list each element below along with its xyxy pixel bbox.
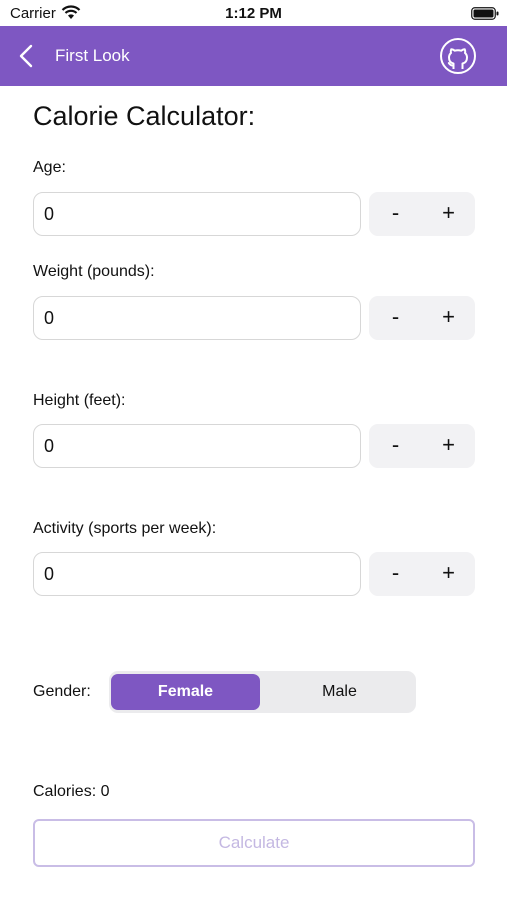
weight-label: Weight (pounds): xyxy=(33,263,155,280)
weight-increment-button[interactable]: + xyxy=(422,296,475,340)
age-label: Age: xyxy=(33,159,66,176)
gender-option-male[interactable]: Male xyxy=(265,674,414,710)
activity-label: Activity (sports per week): xyxy=(33,520,217,537)
gender-segmented-control: Female Male xyxy=(109,671,416,713)
page-title: Calorie Calculator: xyxy=(33,101,256,131)
height-input[interactable] xyxy=(33,424,361,468)
github-icon[interactable] xyxy=(439,37,477,75)
height-stepper: - + xyxy=(369,424,475,468)
height-decrement-button[interactable]: - xyxy=(369,424,422,468)
weight-decrement-button[interactable]: - xyxy=(369,296,422,340)
age-input[interactable] xyxy=(33,192,361,236)
activity-input[interactable] xyxy=(33,552,361,596)
weight-stepper: - + xyxy=(369,296,475,340)
chevron-left-icon[interactable] xyxy=(18,44,34,68)
activity-decrement-button[interactable]: - xyxy=(369,552,422,596)
status-bar: Carrier 1:12 PM xyxy=(0,0,507,26)
battery-icon xyxy=(471,7,499,20)
height-increment-button[interactable]: + xyxy=(422,424,475,468)
calculate-button[interactable]: Calculate xyxy=(33,819,475,867)
gender-label: Gender: xyxy=(33,683,91,700)
gender-option-female[interactable]: Female xyxy=(111,674,260,710)
height-label: Height (feet): xyxy=(33,392,126,409)
back-button-label[interactable]: First Look xyxy=(55,46,130,66)
activity-stepper: - + xyxy=(369,552,475,596)
activity-increment-button[interactable]: + xyxy=(422,552,475,596)
age-decrement-button[interactable]: - xyxy=(369,192,422,236)
age-increment-button[interactable]: + xyxy=(422,192,475,236)
age-stepper: - + xyxy=(369,192,475,236)
weight-input[interactable] xyxy=(33,296,361,340)
clock-label: 1:12 PM xyxy=(225,5,282,22)
calories-result: Calories: 0 xyxy=(33,783,110,800)
